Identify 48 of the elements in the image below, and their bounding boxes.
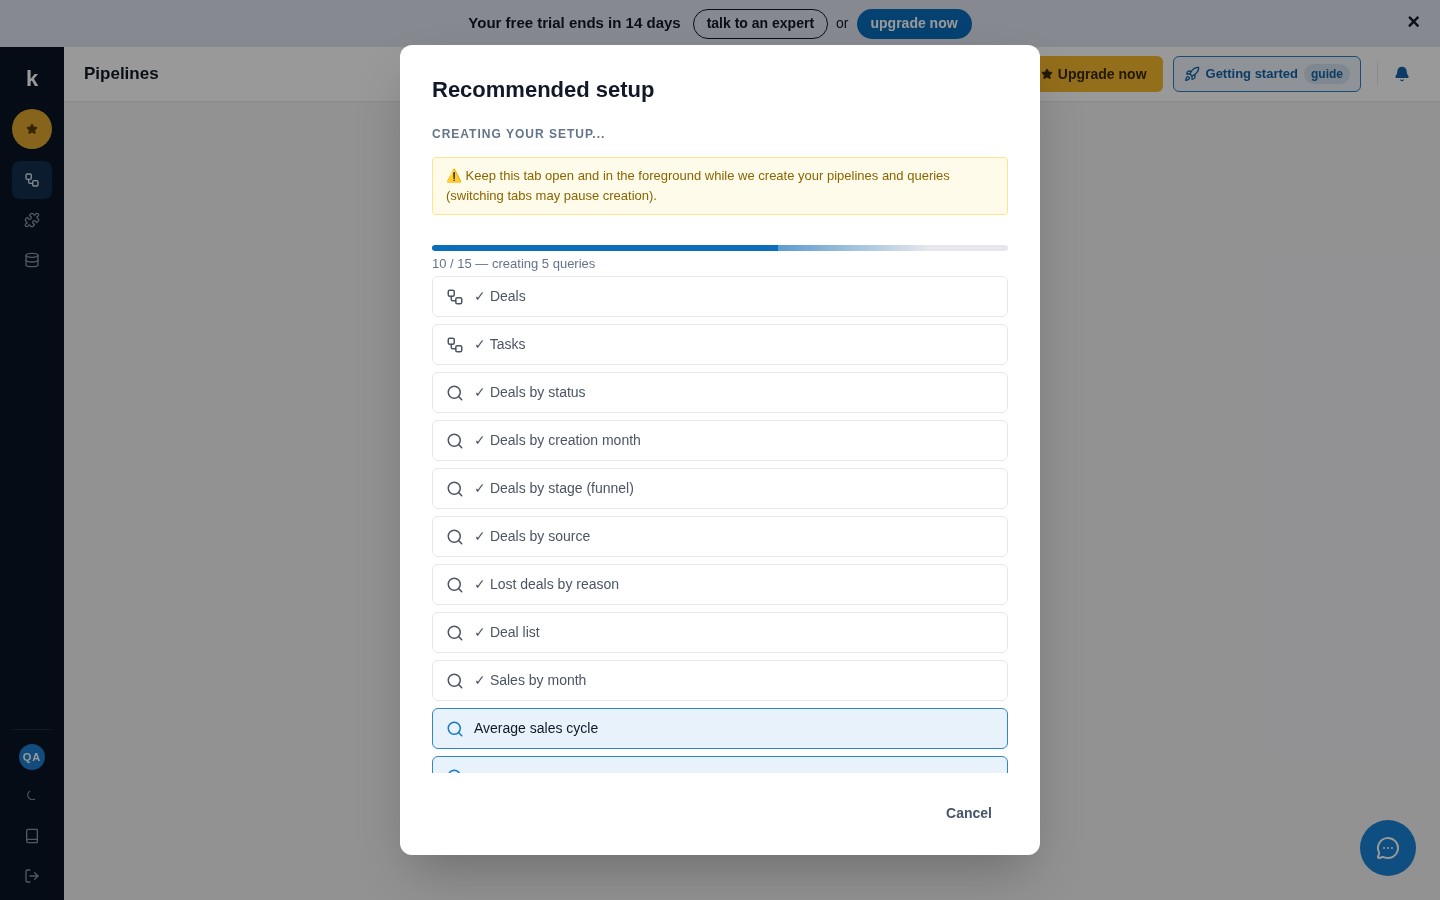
progress-label: 10 / 15 — creating 5 queries	[432, 255, 597, 273]
search-icon	[446, 383, 464, 402]
puzzle-icon	[24, 212, 40, 228]
chat-icon	[1376, 836, 1400, 860]
or-text: or	[836, 14, 849, 33]
item-label: ✓ Tasks	[474, 335, 526, 354]
guide-badge: guide	[1304, 64, 1350, 84]
logo: k	[25, 67, 39, 91]
dialog-title: Recommended setup	[432, 76, 656, 104]
spinner-icon	[27, 790, 37, 800]
search-icon	[446, 575, 464, 594]
logout-icon[interactable]	[24, 868, 40, 884]
star-icon	[26, 123, 38, 135]
workflow-icon	[446, 287, 464, 306]
warning-message: ⚠ Keep this tab open and in the foreground while we create your pipelines and queries (switching tabs may pause creation).	[432, 157, 1008, 215]
item-label: ✓ Deals by status	[474, 383, 586, 402]
item-label: ✓ Deals by source	[474, 527, 591, 546]
workflow-icon	[446, 335, 464, 354]
item-label: ✓ Deals by creation month	[474, 431, 641, 450]
upgrade-now-link-button[interactable]: upgrade now	[856, 8, 972, 39]
cancel-button[interactable]: Cancel	[930, 797, 1008, 830]
user-avatar[interactable]: QA	[19, 744, 45, 770]
database-icon	[24, 252, 40, 268]
status-heading: CREATING YOUR SETUP...	[432, 126, 607, 143]
sidebar-nav-item[interactable]	[12, 161, 52, 199]
upgrade-star-button[interactable]	[12, 109, 52, 149]
item-label: ✓ Lost deals by reason	[474, 575, 620, 594]
workflow-icon	[24, 172, 40, 188]
search-icon	[446, 671, 464, 690]
book-icon[interactable]	[24, 828, 40, 844]
search-icon	[446, 479, 464, 498]
rocket-icon	[1183, 66, 1200, 82]
trial-text: Your free trial ends in 14 days	[468, 13, 681, 34]
chat-button[interactable]	[1360, 820, 1416, 876]
search-icon	[446, 623, 464, 642]
notification-bell-icon[interactable]	[1394, 66, 1410, 82]
item-label: ✓ Deals by stage (funnel)	[474, 479, 634, 498]
item-label: ✓ Deals	[474, 287, 526, 306]
search-icon	[446, 527, 464, 546]
item-label: Average sales cycle	[474, 719, 599, 738]
close-button[interactable]: ×	[1407, 10, 1420, 34]
star-icon	[1040, 68, 1053, 80]
item-label: ✓ Deal list	[474, 623, 540, 642]
page-title: Pipelines	[84, 63, 159, 86]
item-label: ✓ Sales by month	[474, 671, 587, 690]
search-icon	[446, 719, 464, 738]
getting-started-button[interactable]: Getting started guide	[1172, 56, 1361, 92]
search-icon	[446, 431, 464, 450]
